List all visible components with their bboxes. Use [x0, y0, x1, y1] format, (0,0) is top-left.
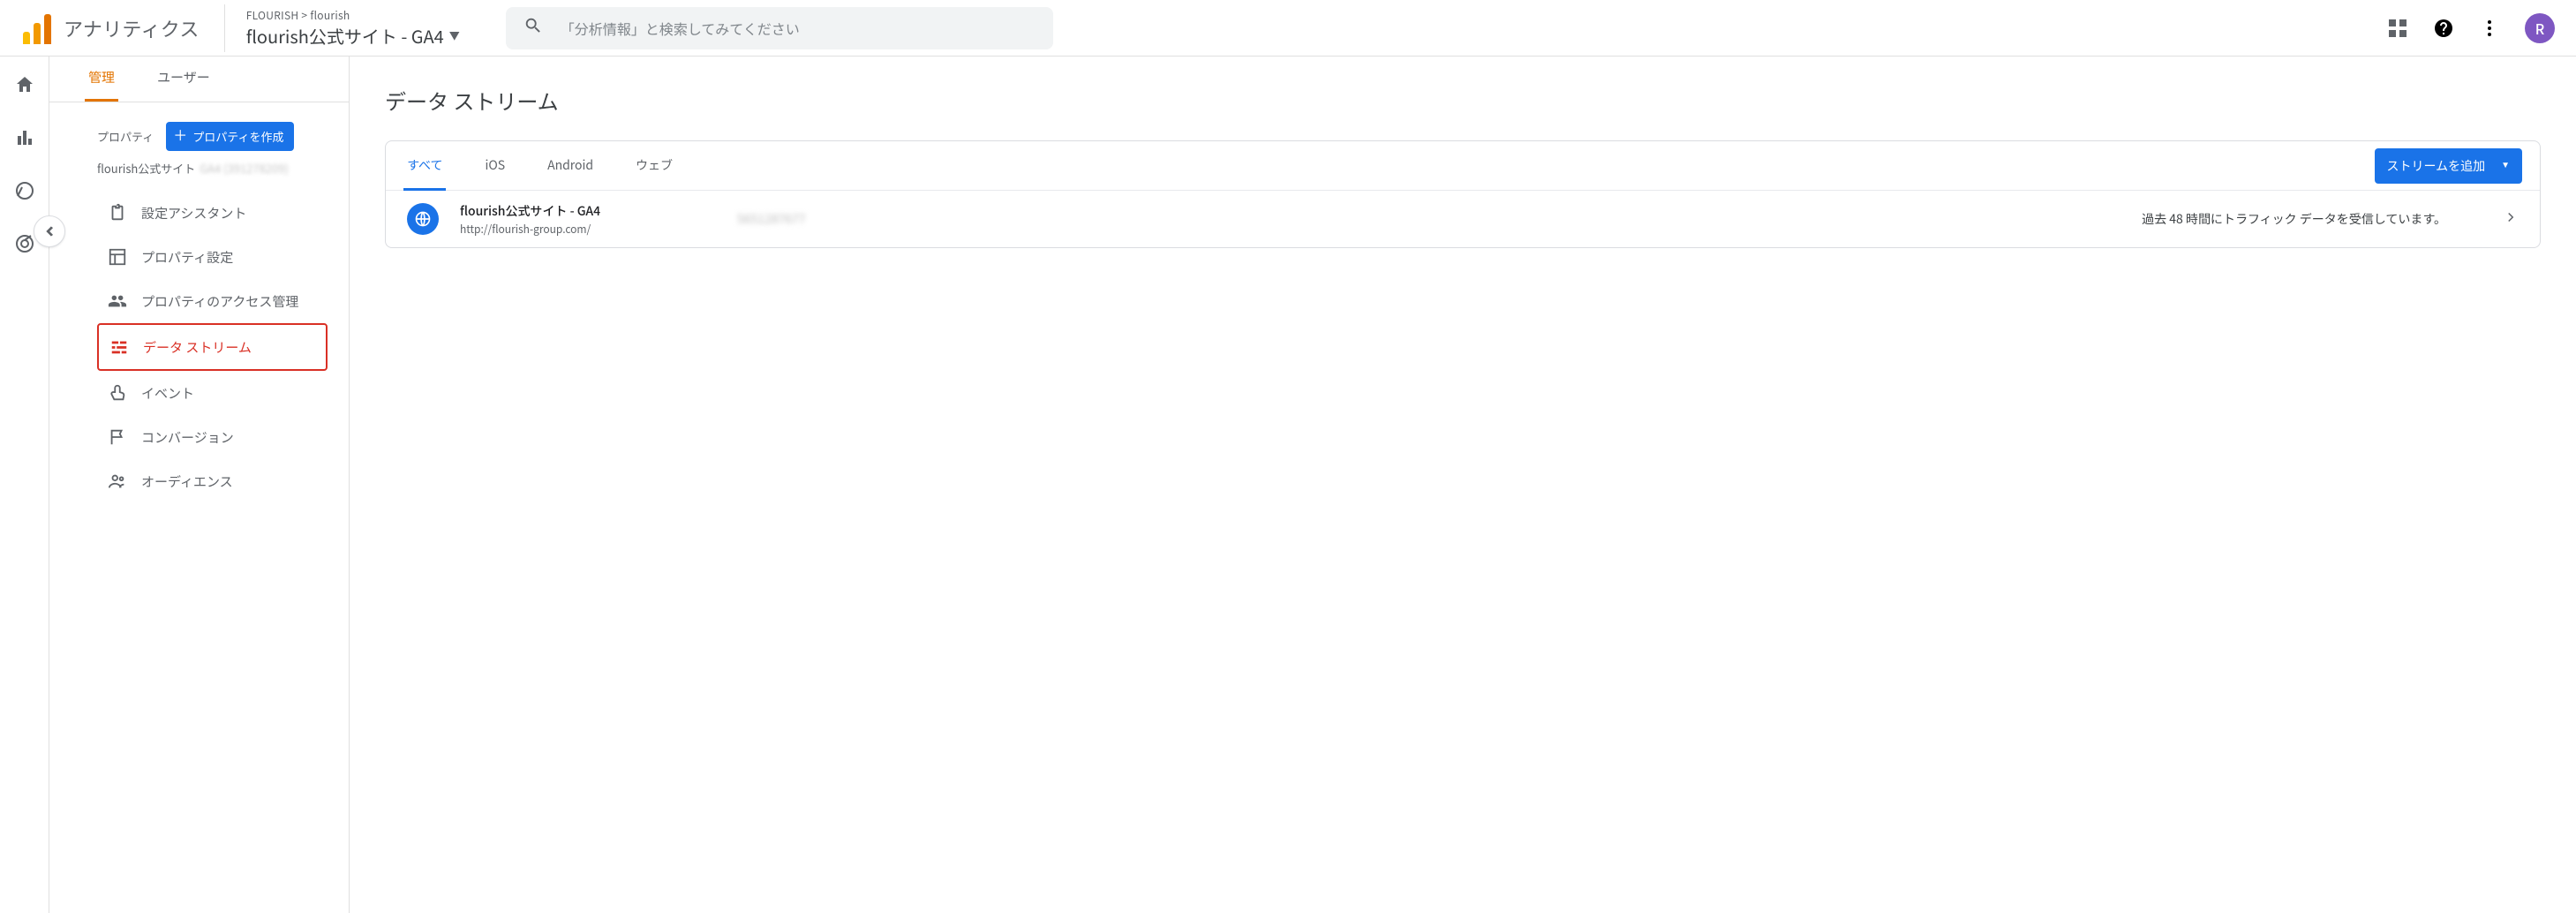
brand-name: アナリティクス [64, 14, 200, 42]
nav-label: コンバージョン [141, 428, 234, 447]
chevron-down-icon: ▼ [449, 28, 460, 43]
property-selector[interactable]: FLOURISH > flourish flourish公式サイト - GA4 … [224, 4, 481, 52]
rail-reports-icon[interactable] [14, 127, 35, 148]
nav-setup-assistant[interactable]: 設定アシスタント [97, 191, 328, 235]
nav-label: データ ストリーム [143, 338, 252, 357]
left-rail [0, 57, 49, 913]
page-title: データ ストリーム [385, 85, 2541, 116]
add-stream-button[interactable]: ストリームを追加 ▼ [2375, 148, 2523, 184]
search-placeholder: 「分析情報」と検索してみてください [561, 18, 800, 39]
nav-label: 設定アシスタント [141, 204, 246, 223]
stream-filter-tabs: すべて iOS Android ウェブ [403, 140, 676, 191]
admin-nav: 設定アシスタント プロパティ設定 プロパティのアクセス管理 [97, 191, 328, 503]
search-icon [523, 16, 543, 40]
nav-label: イベント [141, 384, 194, 403]
create-property-button[interactable]: ＋ プロパティを作成 [166, 122, 294, 151]
account-breadcrumb: FLOURISH > flourish [246, 8, 460, 23]
stream-status: 過去 48 時間にトラフィック データを受信しています。 [2142, 210, 2446, 228]
web-stream-icon [407, 203, 439, 235]
nav-audiences[interactable]: オーディエンス [97, 459, 328, 503]
layout-icon [108, 247, 127, 267]
main-content: データ ストリーム すべて iOS Android ウェブ ストリームを追加 ▼ [350, 57, 2576, 913]
search-box[interactable]: 「分析情報」と検索してみてください [506, 7, 1053, 49]
tab-all[interactable]: すべて [403, 140, 446, 191]
topbar: アナリティクス FLOURISH > flourish flourish公式サイ… [0, 0, 2576, 57]
stream-row[interactable]: flourish公式サイト - GA4 http://flourish-grou… [386, 191, 2540, 247]
apps-grid-icon[interactable] [2387, 18, 2408, 39]
rail-advertising-icon[interactable] [14, 233, 35, 254]
touch-icon [108, 383, 127, 403]
admin-tab-admin[interactable]: 管理 [85, 68, 118, 102]
help-icon[interactable] [2433, 18, 2454, 39]
nav-access-management[interactable]: プロパティのアクセス管理 [97, 279, 328, 323]
stream-id: 5651287677 [737, 210, 878, 228]
admin-tab-user[interactable]: ユーザー [154, 68, 214, 102]
plus-icon: ＋ [173, 130, 187, 144]
nav-label: プロパティのアクセス管理 [141, 292, 298, 311]
people-icon [108, 291, 127, 311]
nav-conversions[interactable]: コンバージョン [97, 415, 328, 459]
tab-ios[interactable]: iOS [481, 140, 508, 191]
nav-label: プロパティ設定 [141, 248, 233, 267]
stream-icon [109, 337, 129, 357]
property-section-label: プロパティ [97, 128, 154, 145]
property-identifier[interactable]: flourish公式サイト GA4 (391278209) [97, 160, 328, 177]
streams-card: すべて iOS Android ウェブ ストリームを追加 ▼ flourish公… [385, 140, 2541, 248]
avatar[interactable]: R [2525, 13, 2555, 43]
chevron-right-icon [2503, 209, 2519, 230]
tab-android[interactable]: Android [544, 140, 597, 191]
audience-icon [108, 472, 127, 491]
add-stream-label: ストリームを追加 [2387, 157, 2486, 175]
collapse-sidebar-button[interactable] [34, 215, 65, 247]
chevron-down-icon: ▼ [2501, 161, 2510, 170]
analytics-logo-icon [21, 12, 53, 44]
nav-property-settings[interactable]: プロパティ設定 [97, 235, 328, 279]
rail-explore-icon[interactable] [14, 180, 35, 201]
topbar-actions: R [2387, 13, 2555, 43]
admin-tabs: 管理 ユーザー [49, 57, 349, 102]
tab-web[interactable]: ウェブ [632, 140, 676, 191]
more-vert-icon[interactable] [2479, 18, 2500, 39]
clipboard-icon [108, 203, 127, 223]
rail-home-icon[interactable] [14, 74, 35, 95]
nav-label: オーディエンス [141, 472, 233, 491]
property-name: flourish公式サイト - GA4 [246, 23, 444, 49]
create-property-label: プロパティを作成 [192, 128, 283, 145]
admin-sidebar: 管理 ユーザー プロパティ ＋ プロパティを作成 flourish公式サイト G… [49, 57, 350, 913]
avatar-initial: R [2535, 18, 2545, 39]
nav-events[interactable]: イベント [97, 371, 328, 415]
stream-name: flourish公式サイト - GA4 [460, 202, 716, 220]
stream-url: http://flourish-group.com/ [460, 222, 716, 237]
nav-data-streams[interactable]: データ ストリーム [97, 323, 328, 371]
flag-icon [108, 427, 127, 447]
